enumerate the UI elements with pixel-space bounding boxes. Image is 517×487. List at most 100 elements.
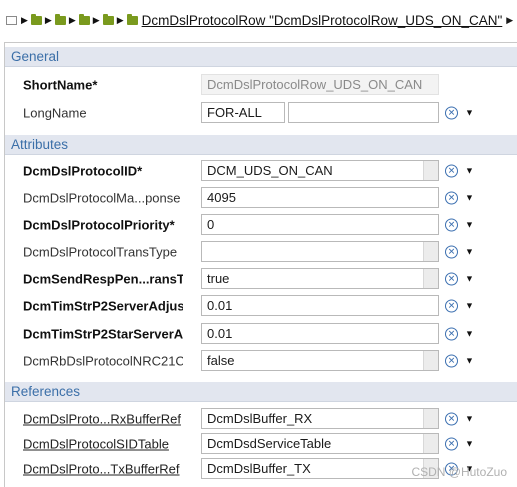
shortname-field: DcmDslProtocolRow_UDS_ON_CAN [201, 74, 439, 95]
field-value: 0.01 [207, 326, 233, 341]
longname-text-field[interactable] [288, 102, 439, 123]
field-label: LongName [23, 105, 87, 120]
chevron-right-icon[interactable]: ▶ [506, 15, 513, 26]
tx-buffer-ref-field[interactable]: DcmDslBuffer_TX [201, 458, 439, 479]
nrc21-field[interactable]: false [201, 350, 439, 371]
row-nrc21: DcmRbDslProtocolNRC21C false ✕ ▼ [5, 347, 517, 374]
row-p2-star-server-adjust: DcmTimStrP2StarServerAd 0.01 ✕ ▼ [5, 320, 517, 347]
reset-icon[interactable]: ✕ [445, 354, 458, 367]
section-header-references[interactable]: References [5, 382, 517, 402]
rx-buffer-ref-link[interactable]: DcmDslProto...RxBufferRef [23, 411, 183, 426]
folder-icon[interactable] [126, 13, 138, 25]
reset-icon[interactable]: ✕ [445, 299, 458, 312]
field-dropdown-strip[interactable] [423, 351, 438, 370]
dropdown-arrow-icon[interactable]: ▼ [465, 220, 474, 230]
field-value: DcmDsdServiceTable [207, 436, 332, 451]
chevron-right-icon[interactable]: ▶ [117, 15, 124, 26]
p2-server-adjust-field[interactable]: 0.01 [201, 295, 439, 316]
row-controls: ✕ ▼ [445, 218, 474, 231]
field-label: DcmTimStrP2ServerAdjust [23, 298, 183, 313]
chevron-right-icon[interactable]: ▶ [93, 15, 100, 26]
dropdown-arrow-icon[interactable]: ▼ [465, 274, 474, 284]
dropdown-arrow-icon[interactable]: ▼ [465, 247, 474, 257]
reset-icon[interactable]: ✕ [445, 191, 458, 204]
dropdown-arrow-icon[interactable]: ▼ [465, 301, 474, 311]
longname-language-field[interactable]: FOR-ALL [201, 102, 285, 123]
protocol-max-response-field[interactable]: 4095 [201, 187, 439, 208]
folder-icon[interactable] [102, 13, 114, 25]
row-controls: ✕ ▼ [445, 245, 474, 258]
dropdown-arrow-icon[interactable]: ▼ [465, 108, 474, 118]
field-label: ShortName* [23, 77, 98, 92]
rx-buffer-ref-field[interactable]: DcmDslBuffer_RX [201, 408, 439, 429]
row-shortname: ShortName* DcmDslProtocolRow_UDS_ON_CAN [5, 71, 517, 98]
field-dropdown-strip[interactable] [423, 161, 438, 180]
row-rx-buffer-ref: DcmDslProto...RxBufferRef DcmDslBuffer_R… [5, 405, 517, 432]
reset-icon[interactable]: ✕ [445, 218, 458, 231]
send-resp-pending-field[interactable]: true [201, 268, 439, 289]
sid-table-link[interactable]: DcmDslProtocolSIDTable [23, 436, 183, 451]
tx-buffer-ref-link[interactable]: DcmDslProto...TxBufferRef [23, 461, 183, 476]
row-longname: LongName FOR-ALL ✕ ▼ [5, 99, 517, 126]
reset-icon[interactable]: ✕ [445, 412, 458, 425]
row-sid-table: DcmDslProtocolSIDTable DcmDsdServiceTabl… [5, 430, 517, 457]
row-send-resp-pending: DcmSendRespPen...ransTc true ✕ ▼ [5, 265, 517, 292]
breadcrumb-current[interactable]: DcmDslProtocolRow "DcmDslProtocolRow_UDS… [142, 13, 503, 28]
protocol-trans-type-field[interactable] [201, 241, 439, 262]
field-dropdown-strip[interactable] [423, 409, 438, 428]
field-value: 0 [207, 217, 215, 232]
p2-star-server-adjust-field[interactable]: 0.01 [201, 323, 439, 344]
folder-icon[interactable] [54, 13, 66, 25]
row-controls: ✕ ▼ [445, 106, 474, 119]
protocol-id-field[interactable]: DCM_UDS_ON_CAN [201, 160, 439, 181]
chevron-right-icon[interactable]: ▶ [21, 15, 28, 26]
field-label: DcmRbDslProtocolNRC21C [23, 353, 183, 368]
protocol-priority-field[interactable]: 0 [201, 214, 439, 235]
field-dropdown-strip[interactable] [423, 269, 438, 288]
field-value: FOR-ALL [207, 105, 262, 120]
reset-icon[interactable]: ✕ [445, 164, 458, 177]
field-dropdown-strip[interactable] [423, 434, 438, 453]
module-icon [6, 15, 17, 25]
reset-icon[interactable]: ✕ [445, 327, 458, 340]
field-value: DCM_UDS_ON_CAN [207, 163, 333, 178]
field-label: DcmTimStrP2StarServerAd [23, 326, 183, 341]
field-label: DcmSendRespPen...ransTc [23, 271, 183, 286]
folder-icon[interactable] [78, 13, 90, 25]
dropdown-arrow-icon[interactable]: ▼ [465, 193, 474, 203]
field-dropdown-strip[interactable] [423, 242, 438, 261]
reset-icon[interactable]: ✕ [445, 437, 458, 450]
field-value: DcmDslBuffer_TX [207, 461, 311, 476]
field-value: 0.01 [207, 298, 233, 313]
dropdown-arrow-icon[interactable]: ▼ [465, 329, 474, 339]
dropdown-arrow-icon[interactable]: ▼ [465, 414, 474, 424]
row-controls: ✕ ▼ [445, 412, 474, 425]
row-controls: ✕ ▼ [445, 327, 474, 340]
row-controls: ✕ ▼ [445, 354, 474, 367]
breadcrumb: ▶ ▶ ▶ ▶ ▶ DcmDslProtocolRow "DcmDslProto… [0, 0, 517, 40]
section-header-general[interactable]: General [5, 47, 517, 67]
sid-table-field[interactable]: DcmDsdServiceTable [201, 433, 439, 454]
dropdown-arrow-icon[interactable]: ▼ [465, 439, 474, 449]
row-protocol-trans-type: DcmDslProtocolTransType ✕ ▼ [5, 238, 517, 265]
field-label: DcmDslProtocolPriority* [23, 217, 175, 232]
row-p2-server-adjust: DcmTimStrP2ServerAdjust 0.01 ✕ ▼ [5, 292, 517, 319]
reset-icon[interactable]: ✕ [445, 272, 458, 285]
chevron-right-icon[interactable]: ▶ [69, 15, 76, 26]
reset-icon[interactable]: ✕ [445, 106, 458, 119]
field-value: DcmDslBuffer_RX [207, 411, 313, 426]
field-value: 4095 [207, 190, 236, 205]
row-protocol-id: DcmDslProtocolID* DCM_UDS_ON_CAN ✕ ▼ [5, 157, 517, 184]
section-header-attributes[interactable]: Attributes [5, 135, 517, 155]
row-controls: ✕ ▼ [445, 164, 474, 177]
watermark: CSDN @HutoZuo [411, 465, 507, 479]
folder-icon[interactable] [30, 13, 42, 25]
properties-panel: General ShortName* DcmDslProtocolRow_UDS… [4, 42, 517, 487]
breadcrumb-root[interactable] [4, 15, 19, 25]
dropdown-arrow-icon[interactable]: ▼ [465, 356, 474, 366]
chevron-right-icon[interactable]: ▶ [45, 15, 52, 26]
dropdown-arrow-icon[interactable]: ▼ [465, 166, 474, 176]
row-controls: ✕ ▼ [445, 272, 474, 285]
field-label: DcmDslProtocolID* [23, 163, 143, 178]
reset-icon[interactable]: ✕ [445, 245, 458, 258]
